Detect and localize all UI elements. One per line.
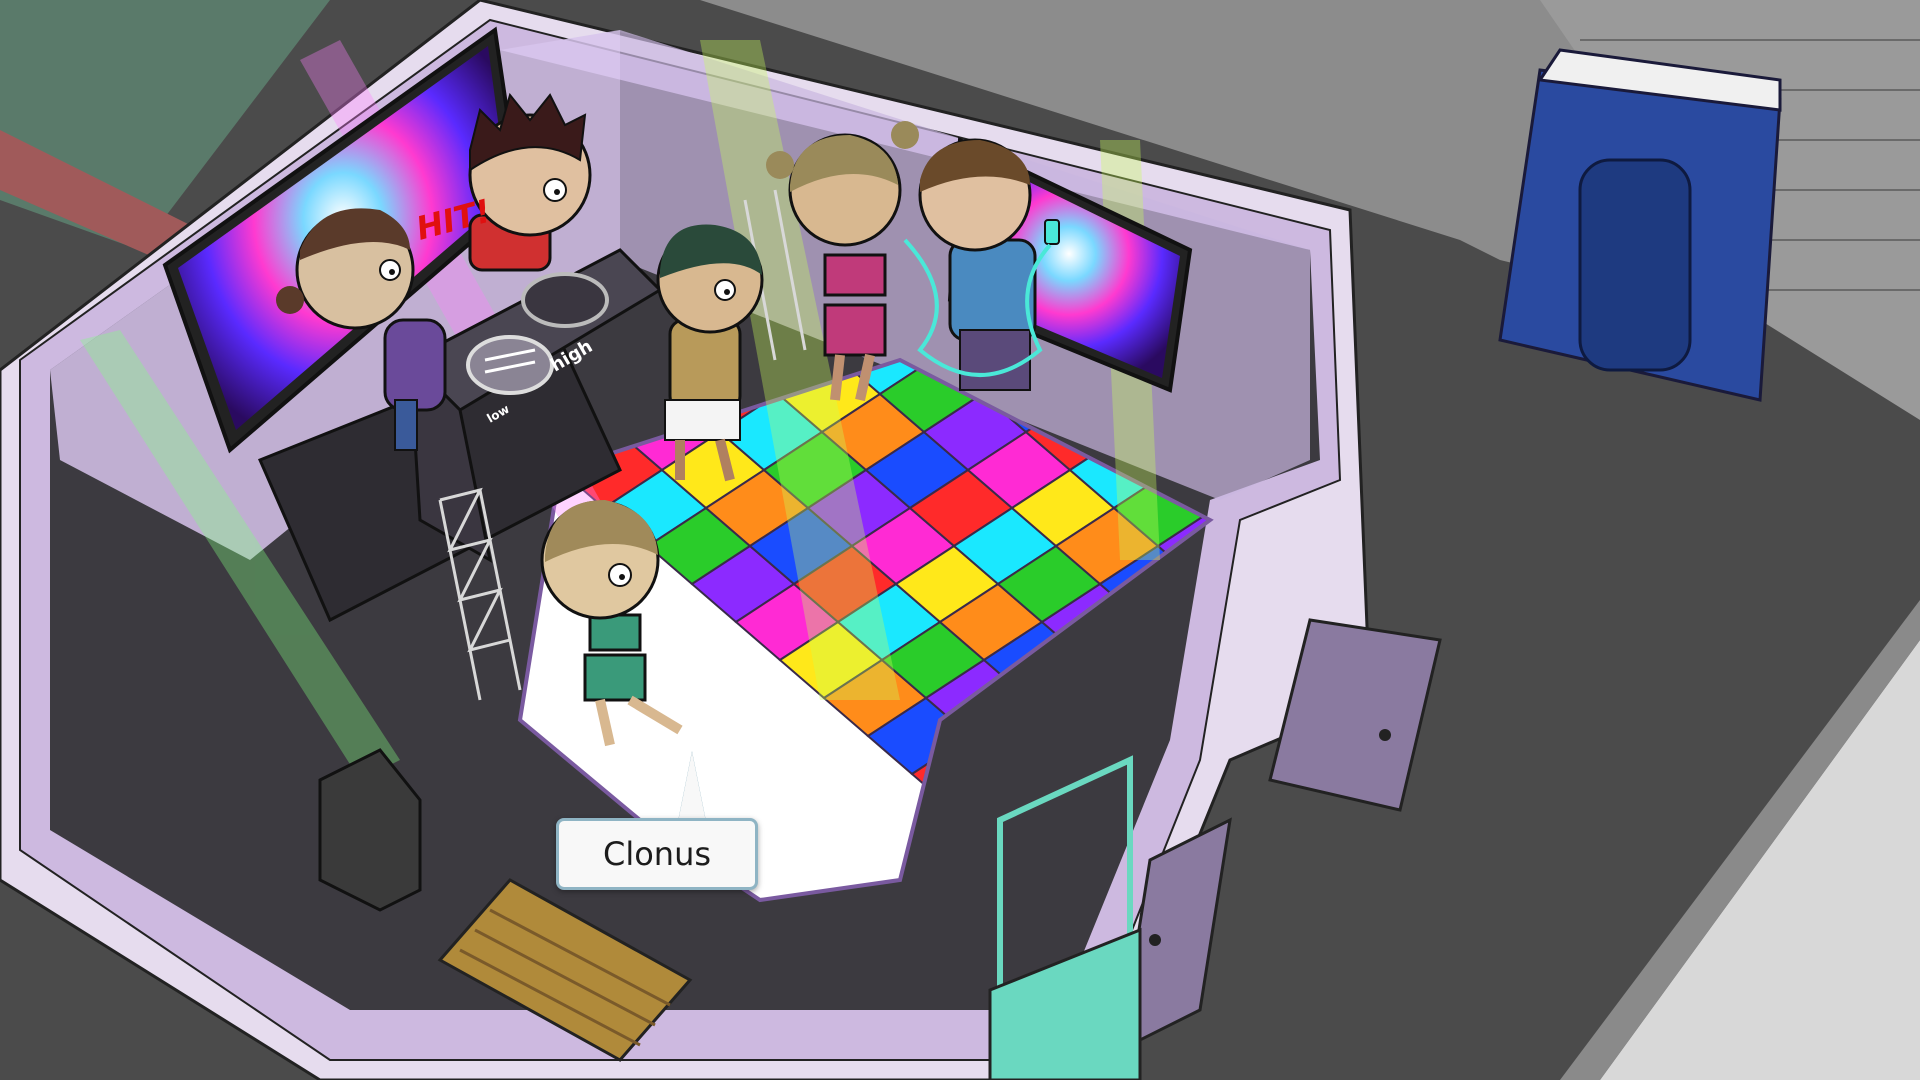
callout-label: Clonus xyxy=(602,835,712,873)
game-scene: low high HIT! xyxy=(0,0,1920,1080)
mixer-knob-low[interactable] xyxy=(466,335,554,395)
callout-tail xyxy=(678,752,706,822)
character-name-callout[interactable]: Clonus xyxy=(556,818,758,890)
portable-toilet[interactable] xyxy=(1498,48,1782,402)
mixer-knob-top[interactable] xyxy=(521,272,609,328)
